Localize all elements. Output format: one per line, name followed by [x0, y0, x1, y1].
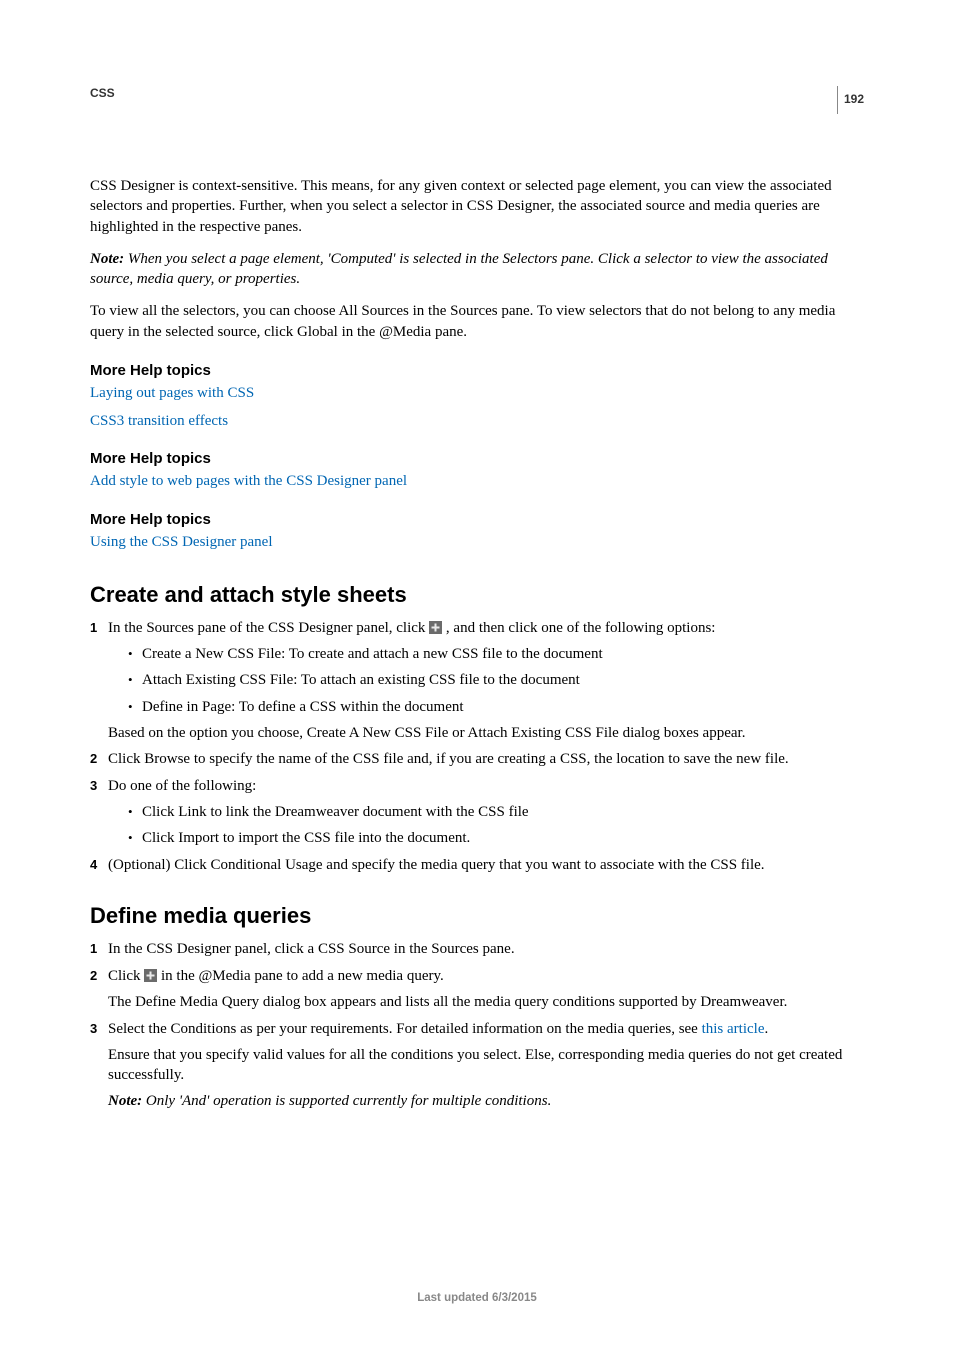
intro-paragraph-1: CSS Designer is context-sensitive. This …: [90, 176, 864, 237]
step-number: 1: [90, 939, 108, 960]
page-number: 192: [844, 92, 864, 106]
bullet-dot: •: [128, 644, 142, 664]
link-add-style-css-designer[interactable]: Add style to web pages with the CSS Desi…: [90, 471, 864, 493]
step-text-a: Click: [108, 968, 144, 984]
step-number: 1: [90, 618, 108, 743]
link-this-article[interactable]: this article: [702, 1021, 765, 1037]
create-step3-bullet-2: • Click Import to import the CSS file in…: [108, 828, 864, 848]
create-step-3: 3 Do one of the following: • Click Link …: [90, 776, 864, 849]
step-number: 2: [90, 966, 108, 1013]
bullet-text: Click Link to link the Dreamweaver docum…: [142, 802, 864, 822]
create-step1-after: Based on the option you choose, Create A…: [108, 723, 864, 743]
create-step-2: 2 Click Browse to specify the name of th…: [90, 749, 864, 770]
note-label: Note:: [108, 1093, 142, 1109]
intro-paragraph-2: To view all the selectors, you can choos…: [90, 301, 864, 342]
more-help-heading-1: More Help topics: [90, 362, 864, 379]
page-container: CSS 192 CSS Designer is context-sensitiv…: [0, 0, 954, 1350]
create-step3-bullet-1: • Click Link to link the Dreamweaver doc…: [108, 802, 864, 822]
step-text: Do one of the following:: [108, 778, 256, 794]
step-text-b: in the @Media pane to add a new media qu…: [157, 968, 444, 984]
bullet-dot: •: [128, 697, 142, 717]
media-step3-after: Ensure that you specify valid values for…: [108, 1045, 864, 1086]
create-bullet-1: • Create a New CSS File: To create and a…: [108, 644, 864, 664]
step-body: In the CSS Designer panel, click a CSS S…: [108, 939, 864, 960]
create-step-1: 1 In the Sources pane of the CSS Designe…: [90, 618, 864, 743]
step-body: (Optional) Click Conditional Usage and s…: [108, 855, 864, 876]
page-number-box: 192: [837, 86, 864, 114]
link-css3-transitions[interactable]: CSS3 transition effects: [90, 411, 864, 433]
note-body: When you select a page element, 'Compute…: [90, 251, 828, 287]
bullet-text: Define in Page: To define a CSS within t…: [142, 697, 864, 717]
step-text-a: Select the Conditions as per your requir…: [108, 1021, 702, 1037]
step-number: 3: [90, 1019, 108, 1112]
page-header: CSS 192: [90, 86, 864, 114]
link-laying-out-pages[interactable]: Laying out pages with CSS: [90, 383, 864, 405]
media-step2-after: The Define Media Query dialog box appear…: [108, 992, 864, 1012]
create-bullet-3: • Define in Page: To define a CSS within…: [108, 697, 864, 717]
bullet-text: Attach Existing CSS File: To attach an e…: [142, 670, 864, 690]
step-body: Click Browse to specify the name of the …: [108, 749, 864, 770]
plus-icon: [144, 969, 157, 982]
create-step-4: 4 (Optional) Click Conditional Usage and…: [90, 855, 864, 876]
intro-note: Note: When you select a page element, 'C…: [90, 249, 864, 290]
footer-last-updated: Last updated 6/3/2015: [0, 1292, 954, 1304]
bullet-dot: •: [128, 828, 142, 848]
bullet-text: Click Import to import the CSS file into…: [142, 828, 864, 848]
step-text-a: In the Sources pane of the CSS Designer …: [108, 620, 429, 636]
media-step-3: 3 Select the Conditions as per your requ…: [90, 1019, 864, 1112]
step-body: Do one of the following: • Click Link to…: [108, 776, 864, 849]
media-note: Note: Only 'And' operation is supported …: [108, 1091, 864, 1111]
note-label: Note:: [90, 251, 124, 267]
heading-define-media: Define media queries: [90, 903, 864, 929]
create-bullet-2: • Attach Existing CSS File: To attach an…: [108, 670, 864, 690]
bullet-dot: •: [128, 802, 142, 822]
step-number: 3: [90, 776, 108, 849]
link-using-css-designer[interactable]: Using the CSS Designer panel: [90, 532, 864, 554]
more-help-heading-2: More Help topics: [90, 450, 864, 467]
step-body: Select the Conditions as per your requir…: [108, 1019, 864, 1112]
media-step-2: 2 Click in the @Media pane to add a new …: [90, 966, 864, 1013]
more-help-heading-3: More Help topics: [90, 511, 864, 528]
step-number: 4: [90, 855, 108, 876]
step-body: Click in the @Media pane to add a new me…: [108, 966, 864, 1013]
plus-icon: [429, 621, 442, 634]
step-text-b: , and then click one of the following op…: [442, 620, 715, 636]
step-number: 2: [90, 749, 108, 770]
media-step-1: 1 In the CSS Designer panel, click a CSS…: [90, 939, 864, 960]
heading-create-attach: Create and attach style sheets: [90, 582, 864, 608]
step-text-b: .: [765, 1021, 769, 1037]
bullet-text: Create a New CSS File: To create and att…: [142, 644, 864, 664]
note-body: Only 'And' operation is supported curren…: [142, 1093, 551, 1109]
bullet-dot: •: [128, 670, 142, 690]
section-label: CSS: [90, 86, 115, 100]
step-body: In the Sources pane of the CSS Designer …: [108, 618, 864, 743]
